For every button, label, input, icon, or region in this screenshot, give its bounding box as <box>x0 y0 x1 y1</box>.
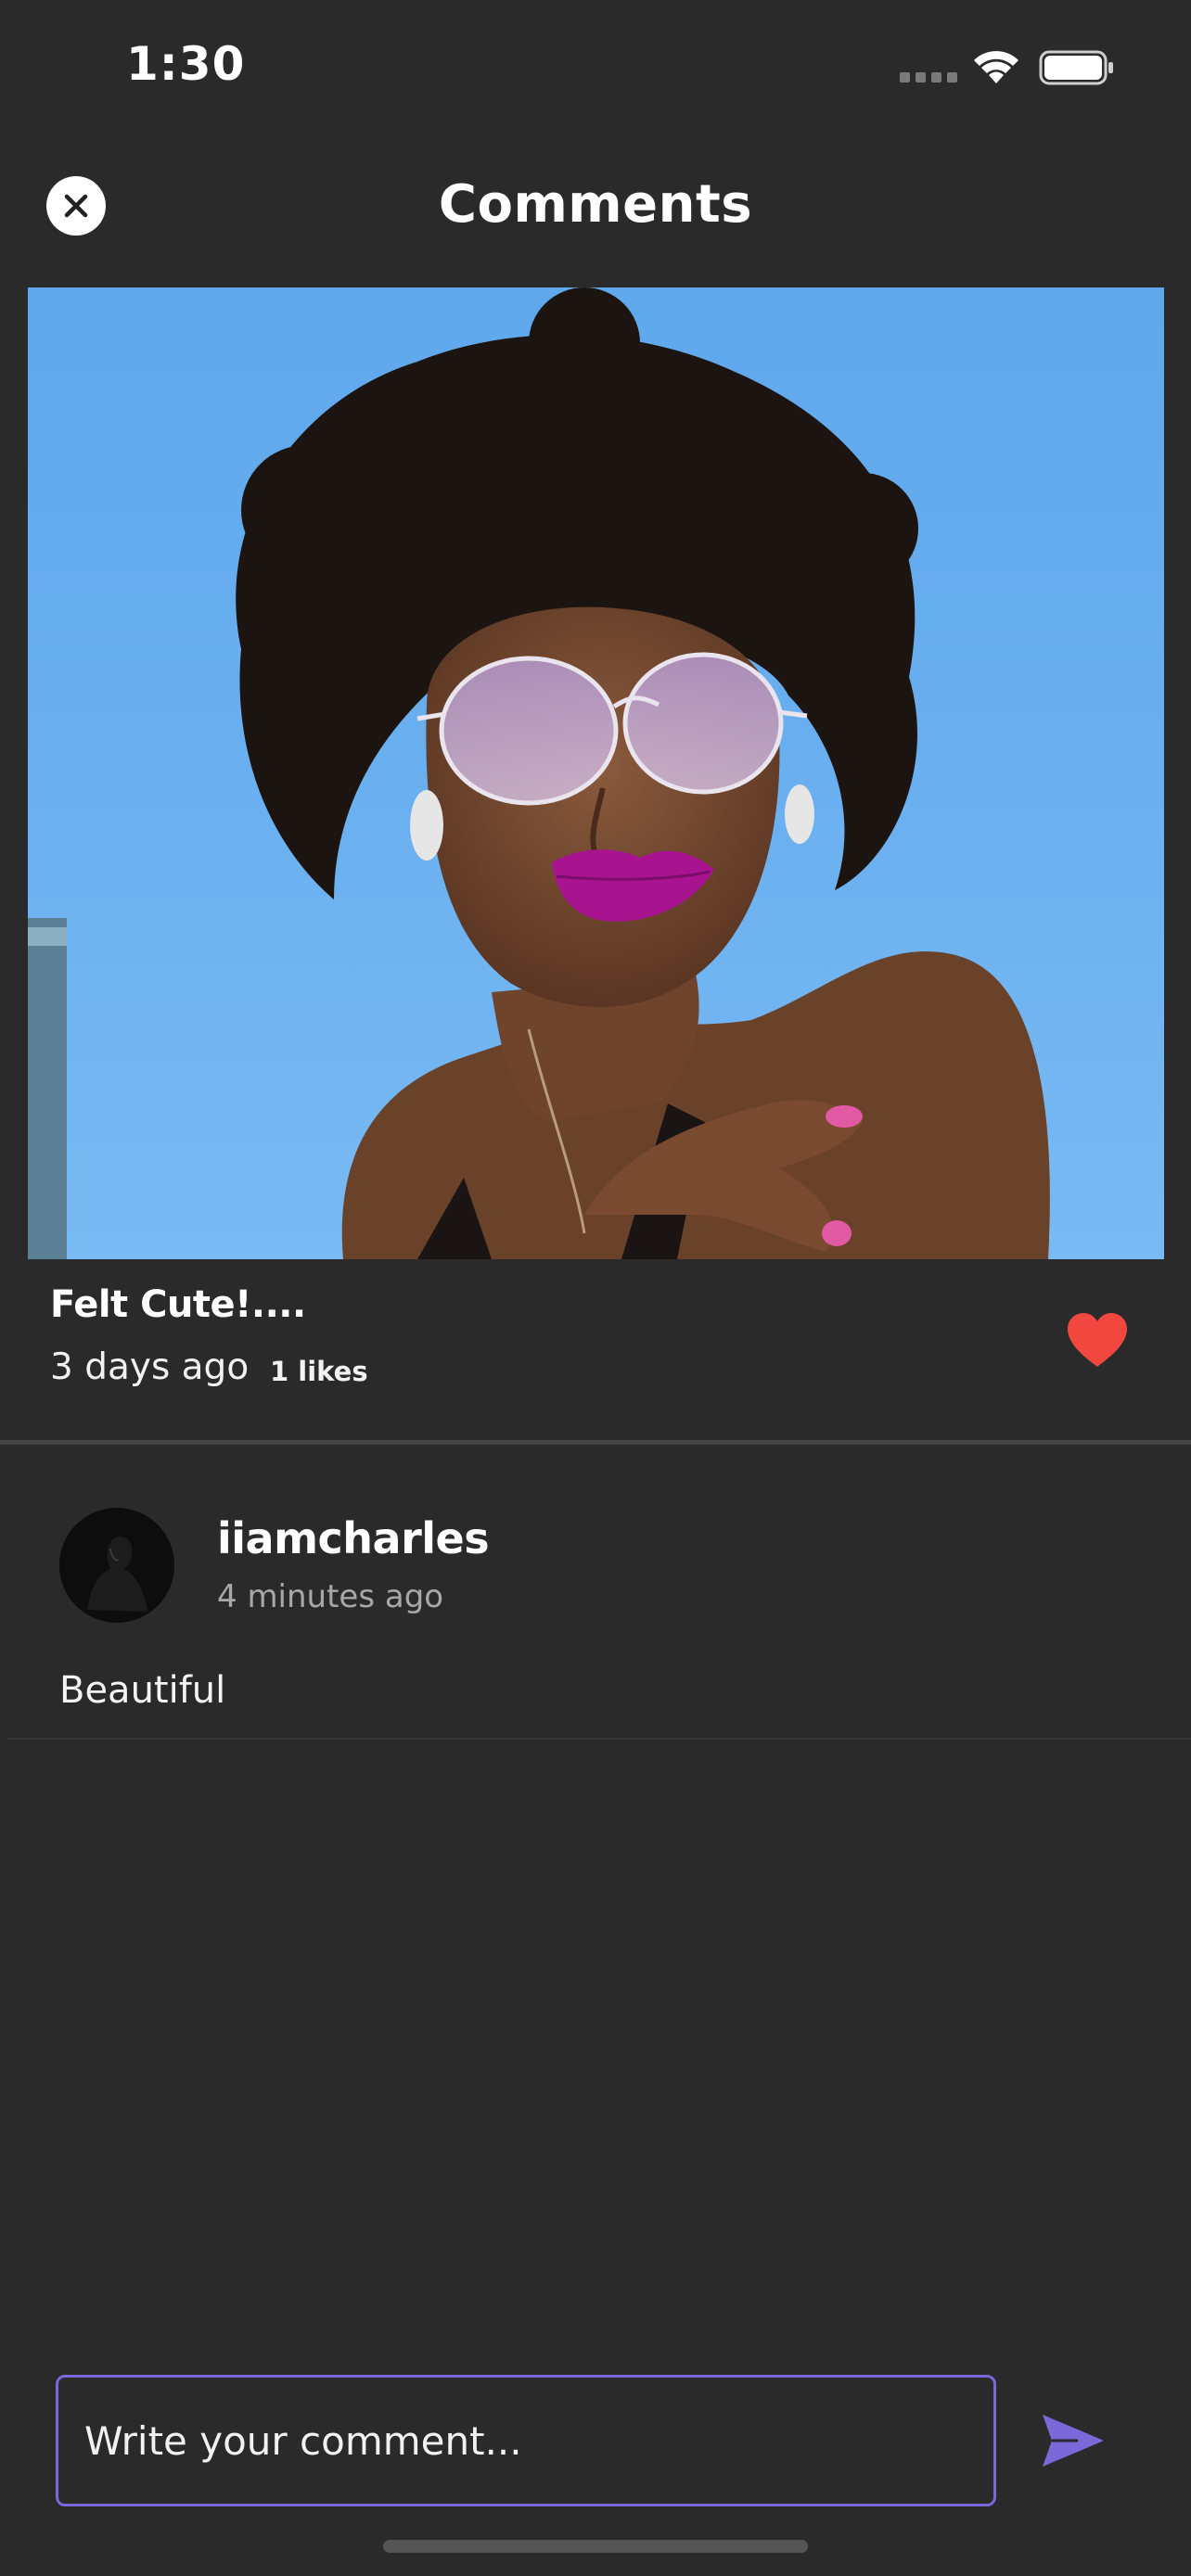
likes-count: 1 likes <box>270 1356 368 1387</box>
send-button[interactable] <box>1041 2411 1106 2470</box>
post-timestamp: 3 days ago <box>50 1346 250 1388</box>
like-button[interactable] <box>1065 1311 1130 1371</box>
comment-timestamp: 4 minutes ago <box>217 1578 444 1615</box>
comment-divider <box>7 1738 1191 1740</box>
home-indicator[interactable] <box>383 2540 808 2553</box>
status-time: 1:30 <box>126 37 246 91</box>
page-title: Comments <box>438 174 753 235</box>
battery-icon <box>1039 50 1115 85</box>
comment-input[interactable] <box>56 2375 996 2506</box>
wifi-icon <box>972 48 1020 85</box>
send-icon <box>1043 2415 1104 2467</box>
post-image <box>28 287 1164 1259</box>
comment-text: Beautiful <box>59 1669 226 1712</box>
heart-icon <box>1068 1313 1127 1367</box>
avatar[interactable] <box>59 1508 174 1623</box>
post-caption: Felt Cute!.... <box>50 1283 306 1326</box>
comment-username[interactable]: iiamcharles <box>217 1513 490 1563</box>
section-divider <box>0 1440 1191 1445</box>
cellular-signal-icon <box>900 72 957 83</box>
